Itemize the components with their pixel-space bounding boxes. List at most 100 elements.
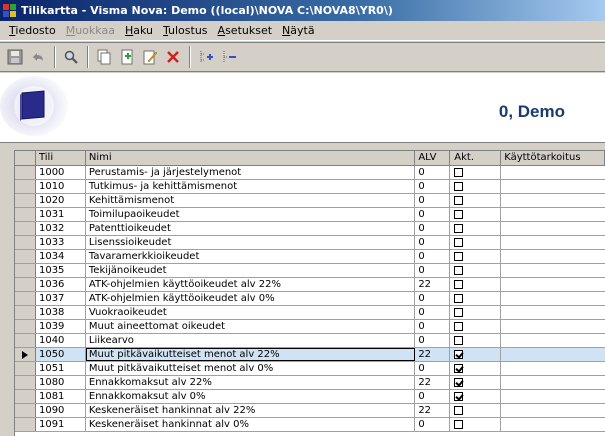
cell-kayttotarkoitus[interactable] <box>501 278 605 291</box>
cell-kayttotarkoitus[interactable] <box>501 334 605 347</box>
cell-alv[interactable]: 0 <box>415 306 451 319</box>
row-indicator[interactable] <box>15 180 36 193</box>
cell-alv[interactable]: 0 <box>415 292 451 305</box>
row-indicator[interactable] <box>15 348 36 361</box>
cell-nimi[interactable]: Tekijänoikeudet <box>86 264 416 277</box>
cell-kayttotarkoitus[interactable] <box>501 264 605 277</box>
cell-alv[interactable]: 0 <box>415 194 451 207</box>
active-checkbox[interactable] <box>454 238 464 247</box>
active-checkbox[interactable] <box>454 224 464 233</box>
table-row[interactable]: 1035 Tekijänoikeudet 0 <box>15 264 605 278</box>
cell-nimi[interactable]: ATK-ohjelmien käyttöoikeudet alv 0% <box>86 292 416 305</box>
table-row[interactable]: 1050 Muut pitkävaikutteiset menot alv 22%… <box>15 348 605 362</box>
cell-alv[interactable]: 0 <box>415 418 451 431</box>
cell-nimi[interactable]: Liikearvo <box>86 334 416 347</box>
cell-tili[interactable]: 1000 <box>36 166 86 179</box>
row-indicator[interactable] <box>15 390 36 403</box>
active-checkbox[interactable] <box>454 378 464 387</box>
cell-tili[interactable]: 1010 <box>36 180 86 193</box>
cell-alv[interactable]: 0 <box>415 236 451 249</box>
copy-page-icon[interactable] <box>93 46 115 68</box>
table-row[interactable]: 1039 Muut aineettomat oikeudet 0 <box>15 320 605 334</box>
cell-tili[interactable]: 1031 <box>36 208 86 221</box>
cell-kayttotarkoitus[interactable] <box>501 236 605 249</box>
menu-nayta[interactable]: Näytä <box>277 24 320 37</box>
cell-nimi[interactable]: Toimilupaoikeudet <box>86 208 416 221</box>
active-checkbox[interactable] <box>454 322 464 331</box>
cell-tili[interactable]: 1032 <box>36 222 86 235</box>
search-icon[interactable] <box>60 46 82 68</box>
cell-kayttotarkoitus[interactable] <box>501 292 605 305</box>
collapse-tree-icon[interactable] <box>218 46 240 68</box>
cell-nimi[interactable]: Muut pitkävaikutteiset menot alv 0% <box>86 362 416 375</box>
row-indicator[interactable] <box>15 208 36 221</box>
table-row[interactable]: 1080 Ennakkomaksut alv 22% 22 <box>15 376 605 390</box>
cell-tili[interactable]: 1051 <box>36 362 86 375</box>
active-checkbox[interactable] <box>454 294 464 303</box>
cell-tili[interactable]: 1039 <box>36 320 86 333</box>
row-indicator[interactable] <box>15 418 36 431</box>
cell-kayttotarkoitus[interactable] <box>501 306 605 319</box>
active-checkbox[interactable] <box>454 168 464 177</box>
cell-tili[interactable]: 1036 <box>36 278 86 291</box>
cell-alv[interactable]: 22 <box>415 348 451 361</box>
table-row[interactable]: 1036 ATK-ohjelmien käyttöoikeudet alv 22%… <box>15 278 605 292</box>
active-checkbox[interactable] <box>454 336 464 345</box>
table-row[interactable]: 1051 Muut pitkävaikutteiset menot alv 0% 0 <box>15 362 605 376</box>
cell-nimi[interactable]: Muut aineettomat oikeudet <box>86 320 416 333</box>
save-icon[interactable] <box>4 46 26 68</box>
cell-alv[interactable]: 0 <box>415 250 451 263</box>
table-row[interactable]: 1010 Tutkimus- ja kehittämismenot 0 <box>15 180 605 194</box>
row-indicator[interactable] <box>15 222 36 235</box>
active-checkbox[interactable] <box>454 392 464 401</box>
table-row[interactable]: 1032 Patenttioikeudet 0 <box>15 222 605 236</box>
cell-alv[interactable]: 0 <box>415 320 451 333</box>
cell-nimi[interactable]: Ennakkomaksut alv 0% <box>86 390 416 403</box>
active-checkbox[interactable] <box>454 266 464 275</box>
active-checkbox[interactable] <box>454 196 464 205</box>
cell-nimi[interactable]: Ennakkomaksut alv 22% <box>86 376 416 389</box>
cell-alv[interactable]: 0 <box>415 390 451 403</box>
active-checkbox[interactable] <box>454 350 464 359</box>
cell-kayttotarkoitus[interactable] <box>501 348 605 361</box>
table-row[interactable]: 1037 ATK-ohjelmien käyttöoikeudet alv 0% 0 <box>15 292 605 306</box>
cell-alv[interactable]: 0 <box>415 208 451 221</box>
cell-alv[interactable]: 0 <box>415 180 451 193</box>
cell-alv[interactable]: 22 <box>415 404 451 417</box>
row-indicator[interactable] <box>15 292 36 305</box>
active-checkbox[interactable] <box>454 210 464 219</box>
cell-tili[interactable]: 1090 <box>36 404 86 417</box>
column-header-tili[interactable]: Tili <box>36 151 86 165</box>
active-checkbox[interactable] <box>454 364 464 373</box>
row-indicator[interactable] <box>15 236 36 249</box>
cell-kayttotarkoitus[interactable] <box>501 390 605 403</box>
active-checkbox[interactable] <box>454 420 464 429</box>
cell-nimi[interactable]: Patenttioikeudet <box>86 222 416 235</box>
cell-nimi[interactable]: Tavaramerkkioikeudet <box>86 250 416 263</box>
menu-muokkaa[interactable]: Muokkaa <box>61 24 120 37</box>
table-row[interactable]: 1090 Keskeneräiset hankinnat alv 22% 22 <box>15 404 605 418</box>
edit-icon[interactable] <box>139 46 161 68</box>
column-header-akt[interactable]: Akt. <box>450 151 502 165</box>
row-indicator[interactable] <box>15 404 36 417</box>
row-indicator[interactable] <box>15 278 36 291</box>
cell-tili[interactable]: 1037 <box>36 292 86 305</box>
table-row[interactable]: 1020 Kehittämismenot 0 <box>15 194 605 208</box>
cell-tili[interactable]: 1034 <box>36 250 86 263</box>
cell-kayttotarkoitus[interactable] <box>501 376 605 389</box>
column-header-nimi[interactable]: Nimi <box>86 151 416 165</box>
column-header-kayttotarkoitus[interactable]: Käyttötarkoitus <box>501 151 605 165</box>
active-checkbox[interactable] <box>454 280 464 289</box>
cell-nimi[interactable]: Keskeneräiset hankinnat alv 0% <box>86 418 416 431</box>
row-indicator[interactable] <box>15 362 36 375</box>
cell-tili[interactable]: 1035 <box>36 264 86 277</box>
cell-kayttotarkoitus[interactable] <box>501 320 605 333</box>
row-indicator[interactable] <box>15 166 36 179</box>
active-checkbox[interactable] <box>454 406 464 415</box>
row-indicator[interactable] <box>15 320 36 333</box>
menu-haku[interactable]: Haku <box>120 24 158 37</box>
column-header-alv[interactable]: ALV <box>415 151 451 165</box>
cell-nimi[interactable]: Lisenssioikeudet <box>86 236 416 249</box>
table-row[interactable]: 1031 Toimilupaoikeudet 0 <box>15 208 605 222</box>
cell-tili[interactable]: 1040 <box>36 334 86 347</box>
